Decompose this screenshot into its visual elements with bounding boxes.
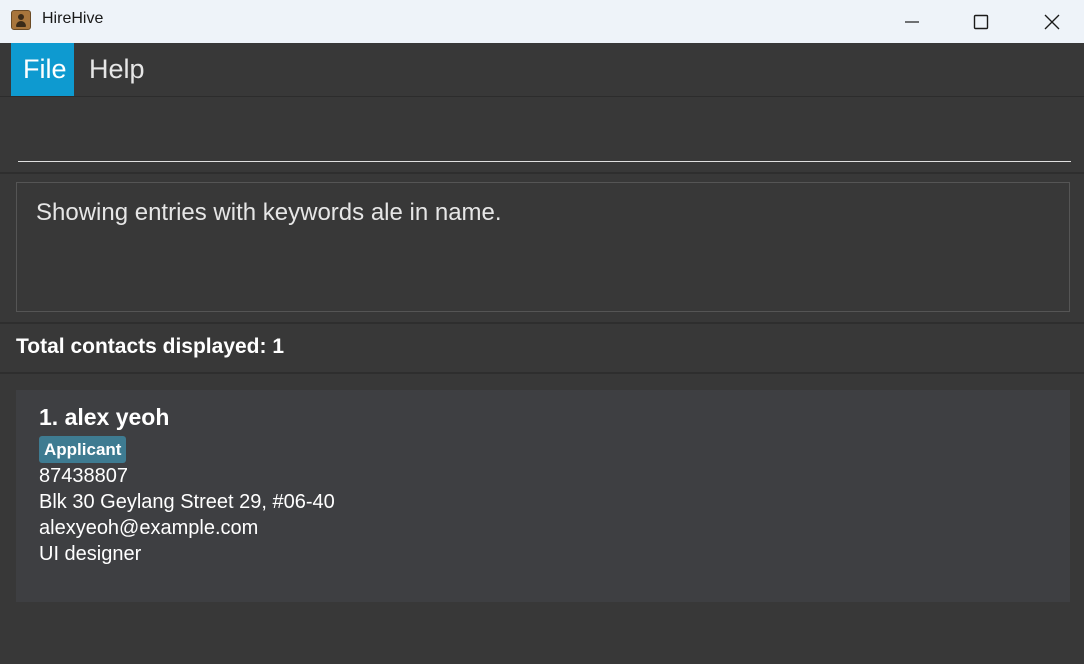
total-contacts-label: Total contacts displayed: 1 (16, 335, 285, 358)
result-display: Showing entries with keywords ale in nam… (16, 182, 1070, 312)
minimize-button[interactable] (877, 0, 947, 43)
contact-email: alexyeoh@example.com (39, 517, 259, 539)
contact-phone: 87438807 (39, 465, 128, 487)
menu-bar: File Help (0, 43, 1084, 97)
command-input-underline (18, 161, 1071, 162)
result-message: Showing entries with keywords ale in nam… (36, 199, 502, 226)
minimize-icon (905, 20, 919, 23)
close-icon (1044, 14, 1060, 29)
contact-tag-badge: Applicant (39, 436, 127, 463)
command-area (0, 97, 1084, 174)
contact-card[interactable]: 1. alex yeoh Applicant 87438807 Blk 30 G… (16, 390, 1070, 602)
contact-name: 1. alex yeoh (39, 404, 170, 430)
divider (0, 372, 1084, 374)
menu-help[interactable]: Help (77, 43, 157, 96)
maximize-icon (973, 14, 989, 29)
app-contact-icon (11, 10, 31, 30)
window-title: HireHive (42, 10, 104, 27)
maximize-button[interactable] (946, 0, 1016, 43)
menu-file[interactable]: File (11, 43, 74, 96)
contact-role: UI designer (39, 543, 142, 565)
contact-address: Blk 30 Geylang Street 29, #06-40 (39, 491, 335, 513)
command-input[interactable] (18, 127, 1075, 159)
title-bar: HireHive (0, 0, 1084, 43)
close-button[interactable] (1017, 0, 1084, 43)
divider (0, 322, 1084, 324)
